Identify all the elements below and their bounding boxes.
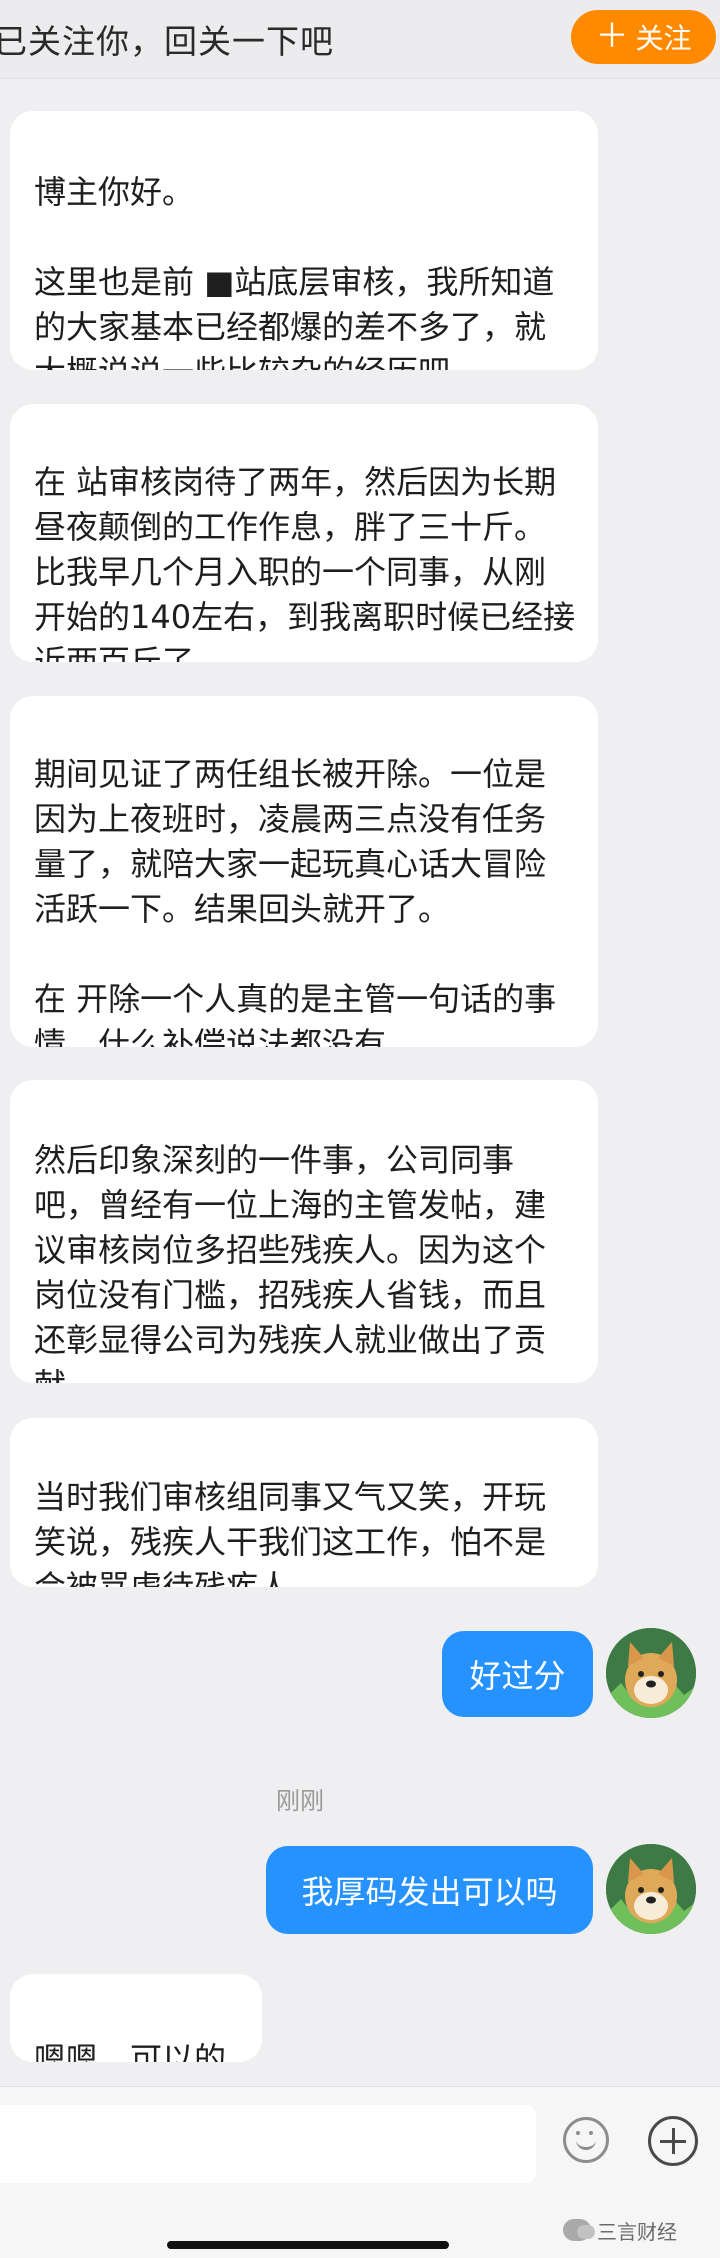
watermark: 三言财经 xyxy=(563,2210,677,2250)
doge-avatar[interactable] xyxy=(606,1628,696,1718)
message-text-line: 期间见证了两任组长被开除。一位是因为上夜班时，凌晨两三点没有任务量了，就陪大家一… xyxy=(34,755,547,928)
watermark-text: 三言财经 xyxy=(597,2219,677,2244)
smiley-mouth xyxy=(576,2135,596,2150)
message-timestamp: 刚刚 xyxy=(276,1787,324,1815)
doge-avatar-icon xyxy=(606,1844,696,1934)
follow-back-notice: 已关注你，回关一下吧 xyxy=(0,22,334,61)
received-message-bubble[interactable]: 然后印象深刻的一件事，公司同事吧，曾经有一位上海的主管发帖，建议审核岗位多招些残… xyxy=(10,1080,598,1383)
wechat-icon xyxy=(563,2219,595,2241)
message-input[interactable] xyxy=(0,2105,536,2183)
doge-avatar-icon xyxy=(606,1628,696,1718)
message-text-line: 这里也是前 ■站底层审核，我所知道的大家基本已经都爆的差不多了，就大概说说一些比… xyxy=(34,263,555,370)
received-message-bubble[interactable]: 嗯嗯，可以的 xyxy=(10,1974,262,2062)
follow-button[interactable]: ＋ 关注 xyxy=(571,10,716,64)
plus-circle-icon[interactable] xyxy=(648,2116,698,2166)
sent-message-bubble[interactable]: 我厚码发出可以吗 xyxy=(266,1846,593,1934)
received-message-bubble[interactable]: 博主你好。 这里也是前 ■站底层审核，我所知道的大家基本已经都爆的差不多了，就大… xyxy=(10,111,598,370)
received-message-bubble[interactable]: 期间见证了两任组长被开除。一位是因为上夜班时，凌晨两三点没有任务量了，就陪大家一… xyxy=(10,696,598,1047)
follow-back-banner: 已关注你，回关一下吧 ＋ 关注 xyxy=(0,0,720,79)
message-text-line: 在 开除一个人真的是主管一句话的事情。什么补偿说法都没有 xyxy=(34,980,557,1047)
home-indicator[interactable] xyxy=(167,2241,449,2249)
message-text-line: 当时我们审核组同事又气又笑，开玩笑说，残疾人干我们这工作，怕不是会被骂虐待残疾人 xyxy=(34,1478,547,1587)
smiley-icon[interactable] xyxy=(563,2117,609,2163)
received-message-bubble[interactable]: 在 站审核岗待了两年，然后因为长期昼夜颠倒的工作作息，胖了三十斤。比我早几个月入… xyxy=(10,404,598,662)
doge-avatar[interactable] xyxy=(606,1844,696,1934)
message-text-line: 在 站审核岗待了两年，然后因为长期昼夜颠倒的工作作息，胖了三十斤。比我早几个月入… xyxy=(34,463,576,662)
plus-icon: ＋ xyxy=(595,16,629,55)
message-text-line: 嗯嗯，可以的 xyxy=(34,2040,227,2062)
follow-button-label: 关注 xyxy=(635,22,692,55)
sent-message-bubble[interactable]: 好过分 xyxy=(442,1631,593,1717)
message-text-line: 博主你好。 xyxy=(34,173,195,211)
message-text-line: 然后印象深刻的一件事，公司同事吧，曾经有一位上海的主管发帖，建议审核岗位多招些残… xyxy=(34,1141,547,1383)
received-message-bubble[interactable]: 当时我们审核组同事又气又笑，开玩笑说，残疾人干我们这工作，怕不是会被骂虐待残疾人 xyxy=(10,1418,598,1587)
